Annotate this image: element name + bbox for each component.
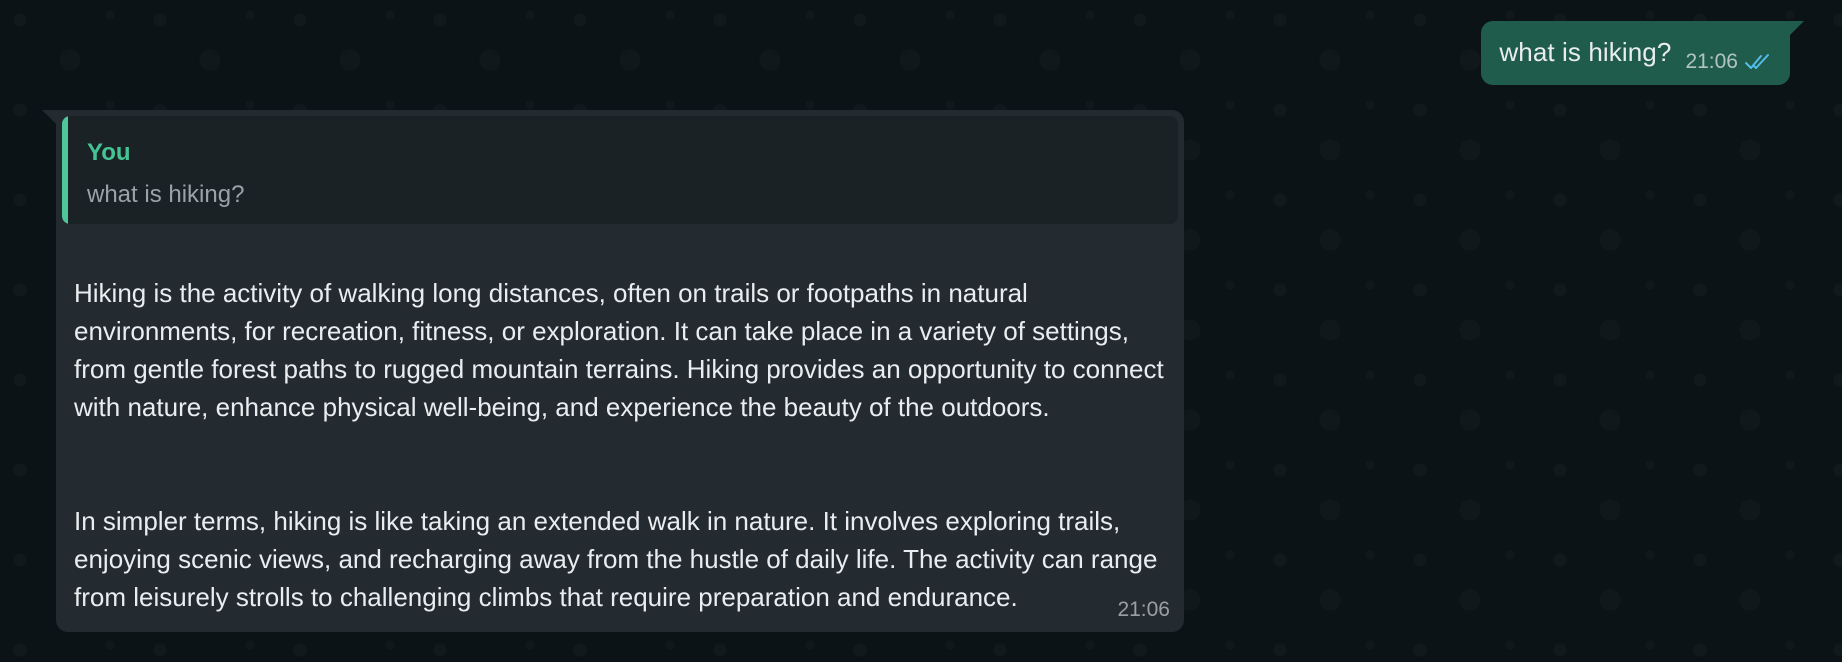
incoming-message-text: Hiking is the activity of walking long d… (62, 224, 1178, 654)
message-paragraph: In simpler terms, hiking is like taking … (74, 506, 1158, 612)
message-paragraph: Hiking is the activity of walking long d… (74, 278, 1164, 422)
quote-accent-bar (62, 116, 68, 224)
outgoing-message-bubble[interactable]: what is hiking? 21:06 (1481, 21, 1804, 85)
chat-area: what is hiking? 21:06 You what is hiking… (0, 0, 1842, 662)
quoted-message[interactable]: You what is hiking? (62, 116, 1178, 224)
outgoing-message-meta: 21:06 (1685, 50, 1774, 74)
quoted-author: You (87, 139, 131, 166)
incoming-message-bubble[interactable]: You what is hiking? Hiking is the activi… (42, 110, 1184, 632)
outgoing-message-time: 21:06 (1685, 50, 1738, 73)
outgoing-message-text: what is hiking? (1499, 37, 1672, 67)
double-check-read-icon (1745, 54, 1769, 69)
quoted-text: what is hiking? (87, 181, 245, 208)
incoming-message-time: 21:06 (1117, 598, 1170, 621)
